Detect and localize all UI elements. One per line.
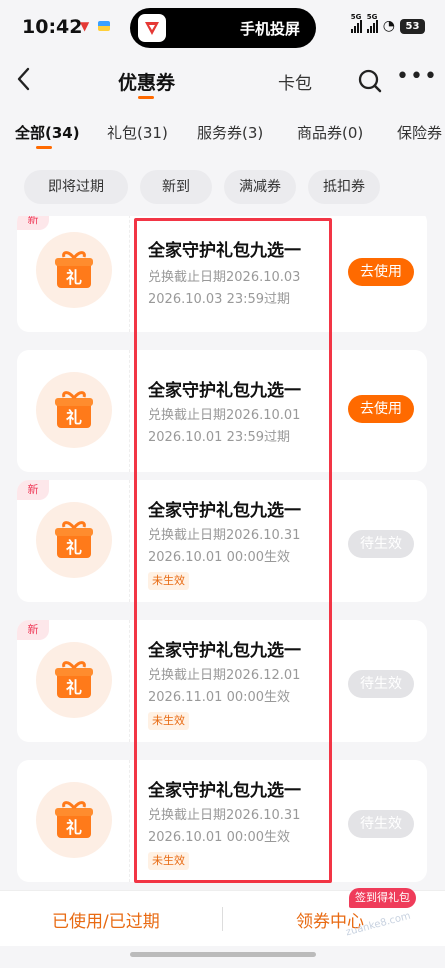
back-icon[interactable] [12,64,40,94]
screen-cast-label: 手机投屏 [239,20,300,38]
svg-text:礼: 礼 [66,408,82,427]
new-badge: 新 [17,216,49,230]
coupon-name: 全家守护礼包九选一 [148,381,301,401]
coupon-name: 全家守护礼包九选一 [148,781,301,801]
svg-text:礼: 礼 [66,818,82,837]
status-badge: 未生效 [148,852,189,870]
coupon-card[interactable]: 新 礼 全家守护礼包九选一 兑换截止日期2026.12.01 2026.11.0… [17,620,427,742]
used-expired-link[interactable]: 已使用/已过期 [52,907,160,932]
search-icon[interactable] [357,68,383,94]
card-bag-tab[interactable]: 卡包 [278,69,312,94]
tab-all[interactable]: 全部(34) [15,122,80,143]
signal-icon-2: 5G [366,13,378,33]
coupon-deadline: 兑换截止日期2026.10.03 [148,270,301,285]
app-notification-icon-2 [98,21,110,31]
coupon-deadline: 兑换截止日期2026.10.31 [148,528,301,543]
coupon-deadline: 兑换截止日期2026.10.31 [148,808,301,823]
tab-gift[interactable]: 礼包(31) [107,122,168,143]
pending-button[interactable]: 待生效 [348,670,414,698]
chip-expiring[interactable]: 即将过期 [24,170,128,204]
header: 优惠券 卡包 ••• [0,56,445,106]
gift-icon: 礼 [36,642,112,718]
signal-icon: 5G [350,13,362,33]
page-title[interactable]: 优惠券 [118,68,175,95]
divider [222,907,223,931]
gift-icon: 礼 [36,232,112,308]
cast-app-icon [138,14,166,42]
coupon-validity: 2026.11.01 00:00生效 [148,690,291,705]
coupon-name: 全家守护礼包九选一 [148,501,301,521]
new-badge: 新 [17,480,49,500]
coupon-validity: 2026.10.01 00:00生效 [148,830,291,845]
svg-text:礼: 礼 [66,678,82,697]
gift-icon: 礼 [36,372,112,448]
category-tabs: 全部(34) 礼包(31) 服务券(3) 商品券(0) 保险券 [0,114,445,154]
gift-icon: 礼 [36,782,112,858]
new-badge: 新 [17,620,49,640]
dynamic-island[interactable]: 手机投屏 [130,8,316,48]
coupon-list: 新 礼 全家守护礼包九选一 兑换截止日期2026.10.03 2026.10.0… [0,216,445,888]
chip-discount[interactable]: 满减券 [224,170,296,204]
sign-in-badge[interactable]: 签到得礼包 [349,888,416,908]
coupon-card[interactable]: 新 礼 全家守护礼包九选一 兑换截止日期2026.10.31 2026.10.0… [17,480,427,602]
app-notification-icon: ▼ [80,19,90,33]
pending-button[interactable]: 待生效 [348,530,414,558]
tab-insurance[interactable]: 保险券 [397,122,442,143]
gift-icon: 礼 [36,502,112,578]
coupon-card[interactable]: 新 礼 全家守护礼包九选一 兑换截止日期2026.10.03 2026.10.0… [17,216,427,332]
tab-product[interactable]: 商品券(0) [297,122,363,143]
tab-active-underline [36,146,52,149]
coupon-name: 全家守护礼包九选一 [148,641,301,661]
wifi-icon: ◔ [382,18,395,34]
coupon-validity: 2026.10.01 23:59过期 [148,430,291,445]
status-badge: 未生效 [148,572,189,590]
status-badge: 未生效 [148,712,189,730]
home-indicator[interactable] [130,952,316,957]
title-underline [138,96,154,99]
coupon-validity: 2026.10.01 00:00生效 [148,550,291,565]
chip-new[interactable]: 新到 [140,170,212,204]
coupon-card[interactable]: 礼 全家守护礼包九选一 兑换截止日期2026.10.01 2026.10.01 … [17,350,427,472]
coupon-name: 全家守护礼包九选一 [148,241,301,261]
chip-deduction[interactable]: 抵扣券 [308,170,380,204]
coupon-deadline: 兑换截止日期2026.10.01 [148,408,301,423]
use-button[interactable]: 去使用 [348,258,414,286]
tab-service[interactable]: 服务券(3) [197,122,263,143]
filter-chips: 即将过期 新到 满减券 抵扣券 [0,168,445,208]
svg-text:礼: 礼 [66,538,82,557]
bottom-bar: 已使用/已过期 领券中心 签到得礼包 zuanke8.com [0,888,445,946]
pending-button[interactable]: 待生效 [348,810,414,838]
coupon-card[interactable]: 礼 全家守护礼包九选一 兑换截止日期2026.10.31 2026.10.01 … [17,760,427,882]
use-button[interactable]: 去使用 [348,395,414,423]
coupon-validity: 2026.10.03 23:59过期 [148,292,291,307]
status-time: 10:42 [22,16,83,38]
status-bar: 10:42 ▼ 手机投屏 5G 5G ◔ 53 [0,0,445,56]
svg-text:礼: 礼 [66,268,82,287]
coupon-deadline: 兑换截止日期2026.12.01 [148,668,301,683]
battery-icon: 53 [400,18,425,34]
more-icon[interactable]: ••• [396,64,438,89]
